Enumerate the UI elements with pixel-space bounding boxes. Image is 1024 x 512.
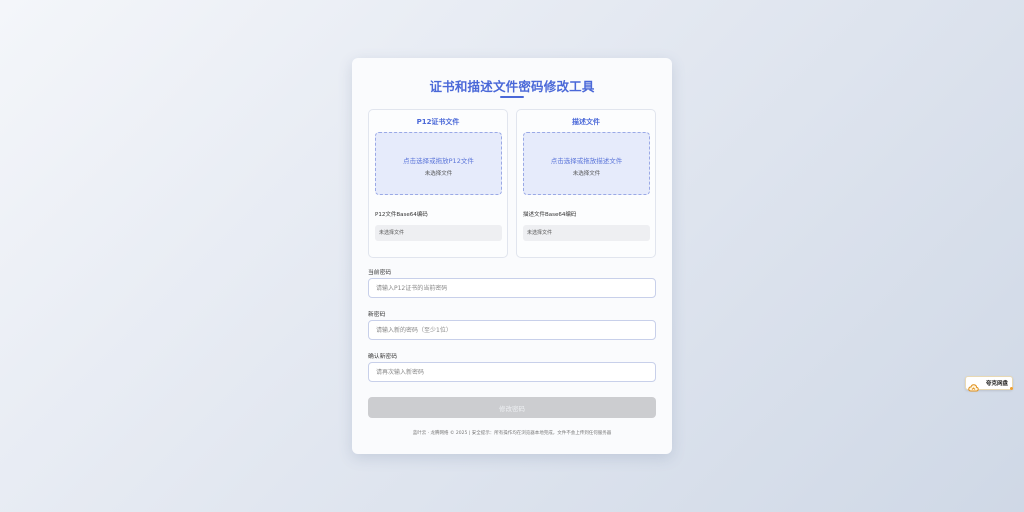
profile-dropzone-text: 点击选择或拖放描述文件 <box>550 157 623 165</box>
change-password-button[interactable]: 修改密码 <box>368 397 656 418</box>
quark-drive-label: 夸克网盘 <box>986 381 1009 387</box>
profile-base64-output[interactable]: 未选择文件 <box>523 225 650 241</box>
confirm-password-input[interactable] <box>368 362 656 382</box>
footer-note: 蓝叶云 · 龙腾网络 © 2025 | 安全提示：所有操作均在浏览器本地完成，文… <box>412 431 612 436</box>
p12-file-status: 未选择文件 <box>424 171 453 177</box>
p12-base64-output[interactable]: 未选择文件 <box>375 225 502 241</box>
password-tool-card: 证书和描述文件密码修改工具 P12证书文件 点击选择或拖放P12文件 未选择文件… <box>352 58 672 454</box>
quark-drive-widget[interactable]: 夸克网盘 <box>965 376 1013 392</box>
p12-panel: P12证书文件 点击选择或拖放P12文件 未选择文件 P12文件Base64编码… <box>368 109 508 258</box>
p12-dropzone[interactable]: 点击选择或拖放P12文件 未选择文件 <box>375 132 502 195</box>
p12-panel-title: P12证书文件 <box>416 118 460 126</box>
current-password-input[interactable] <box>368 278 656 298</box>
profile-panel-title: 描述文件 <box>572 118 600 126</box>
profile-base64-label: 描述文件Base64编码 <box>523 212 577 218</box>
profile-panel: 描述文件 点击选择或拖放描述文件 未选择文件 描述文件Base64编码 未选择文… <box>516 109 656 258</box>
p12-base64-label: P12文件Base64编码 <box>375 212 428 218</box>
current-password-label: 当前密码 <box>368 270 392 276</box>
page-title: 证书和描述文件密码修改工具 <box>429 79 595 94</box>
profile-file-status: 未选择文件 <box>572 171 601 177</box>
profile-dropzone[interactable]: 点击选择或拖放描述文件 未选择文件 <box>523 132 650 195</box>
cloud-icon <box>968 378 979 392</box>
new-password-input[interactable] <box>368 320 656 340</box>
p12-dropzone-text: 点击选择或拖放P12文件 <box>403 157 474 165</box>
title-underline <box>500 96 524 98</box>
new-password-label: 新密码 <box>368 312 386 318</box>
confirm-password-label: 确认新密码 <box>368 354 397 360</box>
notification-dot <box>1010 387 1013 390</box>
